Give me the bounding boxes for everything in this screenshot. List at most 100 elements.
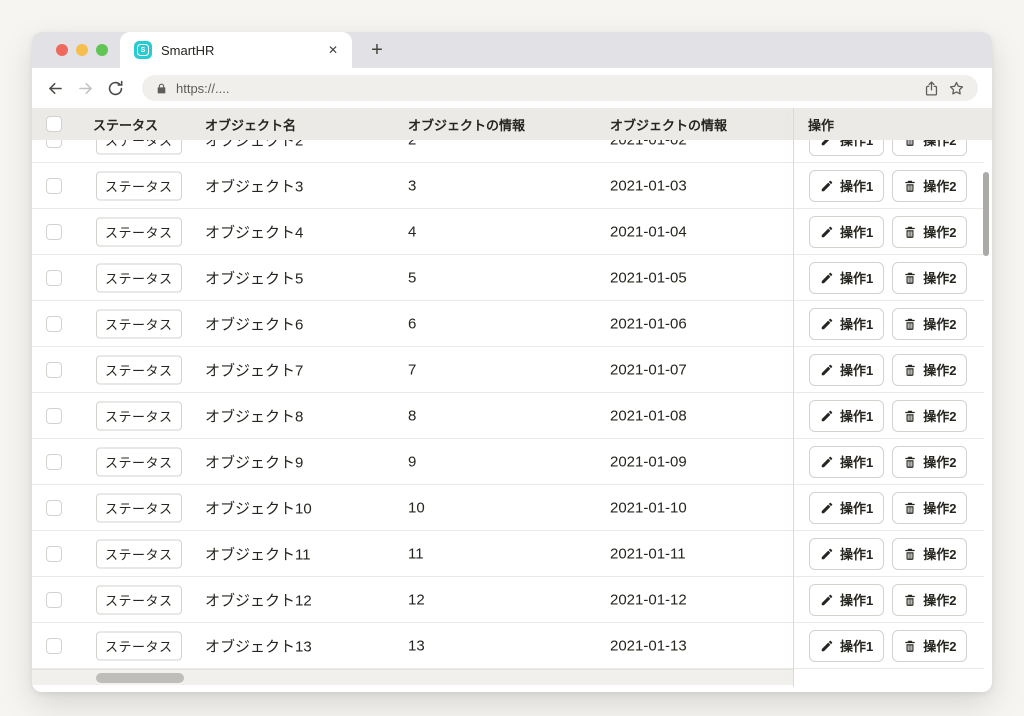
action2-button[interactable]: 操作2: [892, 538, 967, 570]
trash-icon: [903, 225, 917, 239]
status-badge: ステータス: [96, 217, 182, 246]
action1-button[interactable]: 操作1: [809, 216, 884, 248]
action2-button[interactable]: 操作2: [892, 446, 967, 478]
browser-window: S SmartHR ✕ + https://.... ステータス: [32, 32, 992, 692]
action2-button[interactable]: 操作2: [892, 354, 967, 386]
action1-button[interactable]: 操作1: [809, 492, 884, 524]
object-info-1-cell: 2: [408, 140, 416, 148]
browser-toolbar: https://....: [32, 68, 992, 108]
action2-label: 操作2: [923, 590, 956, 609]
row-checkbox[interactable]: [46, 454, 62, 470]
action2-label: 操作2: [923, 360, 956, 379]
action2-label: 操作2: [923, 314, 956, 333]
row-checkbox[interactable]: [46, 362, 62, 378]
smarthr-favicon-icon: S: [134, 41, 152, 59]
header-object-info-1: オブジェクトの情報: [408, 108, 525, 140]
sticky-column-divider: [793, 108, 794, 687]
object-info-2-cell: 2021-01-04: [610, 223, 687, 240]
action1-button[interactable]: 操作1: [809, 170, 884, 202]
action1-button[interactable]: 操作1: [809, 354, 884, 386]
action1-label: 操作1: [840, 176, 873, 195]
action2-button[interactable]: 操作2: [892, 584, 967, 616]
object-info-2-cell: 2021-01-09: [610, 453, 687, 470]
action1-button[interactable]: 操作1: [809, 140, 884, 156]
window-close-button[interactable]: [56, 44, 68, 56]
desktop-background: S SmartHR ✕ + https://.... ステータス: [0, 0, 1024, 716]
object-name-cell: オブジェクト13: [205, 635, 312, 656]
status-badge: ステータス: [96, 493, 182, 522]
table-body: ステータス オブジェクト2 2 2021-01-02 操作1 操作2 ステータス…: [32, 140, 984, 669]
object-info-1-cell: 5: [408, 269, 416, 286]
row-actions: 操作1 操作2: [793, 209, 984, 254]
action1-label: 操作1: [840, 636, 873, 655]
select-all-checkbox[interactable]: [46, 116, 62, 132]
star-icon[interactable]: [948, 80, 965, 97]
reload-icon[interactable]: [106, 79, 125, 98]
table-row: ステータス オブジェクト7 7 2021-01-07 操作1 操作2: [32, 347, 984, 393]
action1-button[interactable]: 操作1: [809, 538, 884, 570]
row-checkbox[interactable]: [46, 592, 62, 608]
row-checkbox[interactable]: [46, 408, 62, 424]
vertical-scrollbar-thumb[interactable]: [983, 172, 989, 256]
action2-label: 操作2: [923, 268, 956, 287]
object-name-cell: オブジェクト4: [205, 221, 303, 242]
object-info-1-cell: 7: [408, 361, 416, 378]
header-object-name: オブジェクト名: [205, 108, 296, 140]
table-row: ステータス オブジェクト13 13 2021-01-13 操作1 操作2: [32, 623, 984, 669]
action1-label: 操作1: [840, 140, 873, 149]
trash-icon: [903, 363, 917, 377]
action2-button[interactable]: 操作2: [892, 630, 967, 662]
forward-icon[interactable]: [76, 79, 95, 98]
action1-label: 操作1: [840, 314, 873, 333]
action2-button[interactable]: 操作2: [892, 262, 967, 294]
action2-label: 操作2: [923, 636, 956, 655]
action1-button[interactable]: 操作1: [809, 584, 884, 616]
action2-button[interactable]: 操作2: [892, 140, 967, 156]
action2-button[interactable]: 操作2: [892, 170, 967, 202]
action2-button[interactable]: 操作2: [892, 492, 967, 524]
back-icon[interactable]: [46, 79, 65, 98]
object-name-cell: オブジェクト6: [205, 313, 303, 334]
status-badge: ステータス: [96, 401, 182, 430]
action1-button[interactable]: 操作1: [809, 630, 884, 662]
new-tab-button[interactable]: +: [364, 38, 390, 62]
row-checkbox[interactable]: [46, 316, 62, 332]
action2-button[interactable]: 操作2: [892, 216, 967, 248]
trash-icon: [903, 409, 917, 423]
horizontal-scrollbar[interactable]: [32, 669, 793, 685]
object-name-cell: オブジェクト7: [205, 359, 303, 380]
table-row: ステータス オブジェクト2 2 2021-01-02 操作1 操作2: [32, 140, 984, 163]
tab-close-icon[interactable]: ✕: [328, 43, 338, 57]
action1-button[interactable]: 操作1: [809, 262, 884, 294]
action1-button[interactable]: 操作1: [809, 308, 884, 340]
row-checkbox[interactable]: [46, 638, 62, 654]
trash-icon: [903, 179, 917, 193]
trash-icon: [903, 455, 917, 469]
object-info-2-cell: 2021-01-07: [610, 361, 687, 378]
action1-button[interactable]: 操作1: [809, 400, 884, 432]
action2-label: 操作2: [923, 544, 956, 563]
table-row: ステータス オブジェクト4 4 2021-01-04 操作1 操作2: [32, 209, 984, 255]
action1-label: 操作1: [840, 406, 873, 425]
row-checkbox[interactable]: [46, 500, 62, 516]
browser-tab[interactable]: S SmartHR ✕: [120, 32, 352, 68]
pencil-icon: [820, 593, 834, 607]
pencil-icon: [820, 409, 834, 423]
window-zoom-button[interactable]: [96, 44, 108, 56]
status-badge: ステータス: [96, 171, 182, 200]
table-row: ステータス オブジェクト8 8 2021-01-08 操作1 操作2: [32, 393, 984, 439]
row-checkbox[interactable]: [46, 224, 62, 240]
trash-icon: [903, 140, 917, 147]
action2-button[interactable]: 操作2: [892, 400, 967, 432]
row-checkbox[interactable]: [46, 546, 62, 562]
share-icon[interactable]: [923, 80, 940, 97]
action1-button[interactable]: 操作1: [809, 446, 884, 478]
row-checkbox[interactable]: [46, 178, 62, 194]
horizontal-scrollbar-thumb[interactable]: [96, 673, 184, 683]
window-minimize-button[interactable]: [76, 44, 88, 56]
row-checkbox[interactable]: [46, 140, 62, 148]
action2-button[interactable]: 操作2: [892, 308, 967, 340]
row-actions: 操作1 操作2: [793, 439, 984, 484]
row-checkbox[interactable]: [46, 270, 62, 286]
address-bar[interactable]: https://....: [142, 75, 978, 101]
